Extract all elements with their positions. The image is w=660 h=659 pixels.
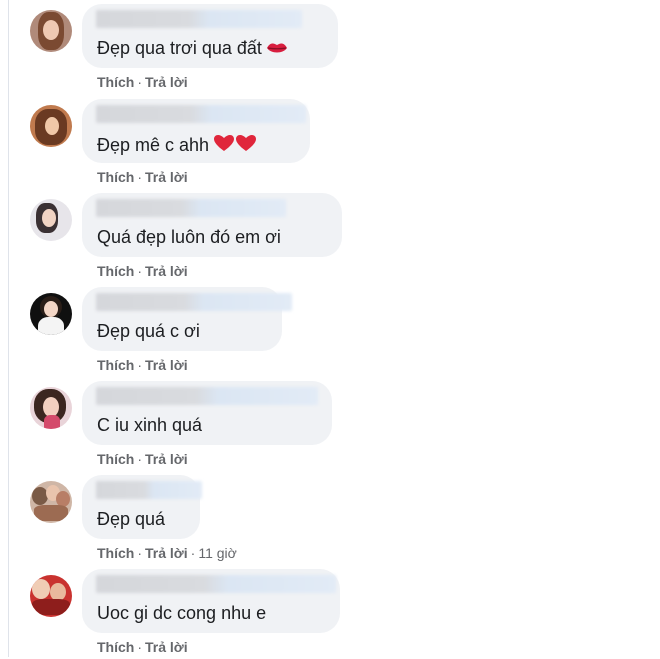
like-link[interactable]: Thích [97, 263, 134, 279]
commenter-name-blurred [96, 481, 202, 499]
reply-link[interactable]: Trả lời [145, 169, 188, 185]
comment-actions: Thích · Trả lời [97, 263, 188, 279]
reply-link[interactable]: Trả lời [145, 639, 188, 655]
two-red-hearts-icon [213, 133, 257, 158]
like-link[interactable]: Thích [97, 169, 134, 185]
reply-link[interactable]: Trả lời [145, 451, 188, 467]
comment-item: Đẹp qua trơi qua đất Thích · Trả lời [30, 4, 650, 94]
reply-link[interactable]: Trả lời [145, 545, 188, 561]
commenter-name-blurred [96, 105, 306, 123]
page-left-border [8, 0, 9, 657]
avatar[interactable] [30, 293, 72, 335]
commenter-name-blurred [96, 10, 302, 28]
comment-bubble: Quá đẹp luôn đó em ơi [82, 193, 342, 257]
comment-actions: Thích · Trả lời [97, 357, 188, 373]
comment-bubble: Đẹp quá [82, 475, 202, 539]
kiss-lips-icon [266, 40, 288, 61]
comment-text: C iu xinh quá [97, 415, 203, 435]
comment-text: Đẹp qua trơi qua đất [97, 38, 288, 61]
like-link[interactable]: Thích [97, 74, 134, 90]
reply-link[interactable]: Trả lời [145, 357, 188, 373]
reply-link[interactable]: Trả lời [145, 263, 188, 279]
avatar[interactable] [30, 105, 72, 147]
comment-actions: Thích · Trả lời [97, 451, 188, 467]
avatar[interactable] [30, 387, 72, 429]
comment-item: C iu xinh quá Thích · Trả lời [30, 381, 650, 471]
comment-item: Uoc gi dc cong nhu e Thích · Trả lời [30, 569, 650, 659]
comment-text: Đẹp quá [97, 509, 166, 529]
comment-bubble: Uoc gi dc cong nhu e [82, 569, 340, 633]
like-link[interactable]: Thích [97, 545, 134, 561]
comment-bubble: C iu xinh quá [82, 381, 332, 445]
comment-bubble: Đẹp mê c ahh [82, 99, 310, 163]
comment-actions: Thích · Trả lời [97, 74, 188, 90]
commenter-name-blurred [96, 199, 286, 217]
comment-text: Đẹp quá c ơi [97, 321, 200, 341]
like-link[interactable]: Thích [97, 451, 134, 467]
comment-bubble: Đẹp quá c ơi [82, 287, 292, 351]
like-link[interactable]: Thích [97, 357, 134, 373]
comment-text: Quá đẹp luôn đó em ơi [97, 227, 281, 247]
avatar[interactable] [30, 575, 72, 617]
comment-timestamp[interactable]: 11 giờ [198, 545, 237, 561]
commenter-name-blurred [96, 575, 336, 593]
commenter-name-blurred [96, 387, 318, 405]
avatar[interactable] [30, 10, 72, 52]
avatar[interactable] [30, 199, 72, 241]
comment-item: Đẹp mê c ahh Thích · Trả lời [30, 99, 650, 189]
comment-bubble: Đẹp qua trơi qua đất [82, 4, 338, 68]
comment-text: Đẹp mê c ahh [97, 133, 257, 158]
like-link[interactable]: Thích [97, 639, 134, 655]
comment-item: Đẹp quá c ơi Thích · Trả lời [30, 287, 650, 377]
comment-item: Quá đẹp luôn đó em ơi Thích · Trả lời [30, 193, 650, 283]
comment-actions: Thích · Trả lời [97, 639, 188, 655]
comment-text: Uoc gi dc cong nhu e [97, 603, 267, 623]
reply-link[interactable]: Trả lời [145, 74, 188, 90]
comment-actions: Thích · Trả lời [97, 169, 188, 185]
commenter-name-blurred [96, 293, 292, 311]
comment-item: Đẹp quá Thích · Trả lời · 11 giờ [30, 475, 650, 565]
avatar[interactable] [30, 481, 72, 523]
comment-actions: Thích · Trả lời · 11 giờ [97, 545, 237, 561]
